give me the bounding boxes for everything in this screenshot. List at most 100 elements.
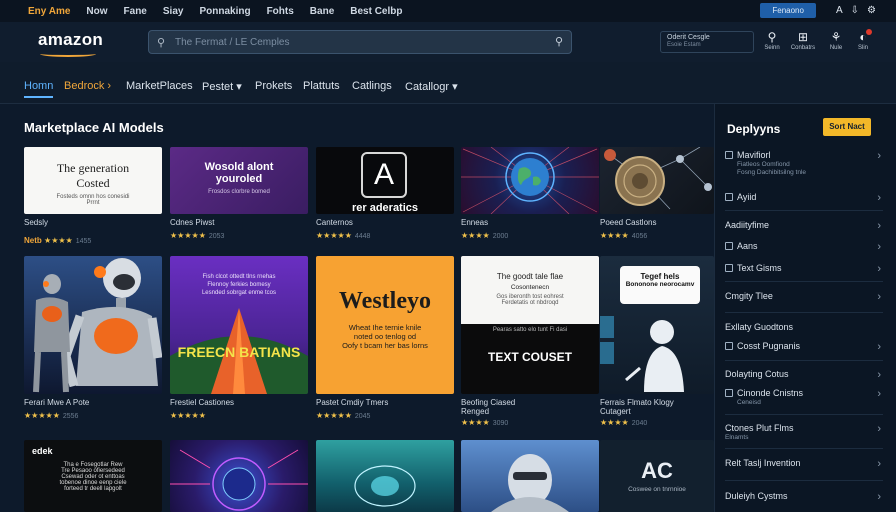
thumb-text: Coswee on tnrnnioe [628, 486, 686, 493]
topbar-link-5[interactable]: Ponnaking [199, 6, 250, 17]
thumb-text: forteed tr deell lapgolt [64, 486, 122, 492]
star-rating-icon: ★★★★ [600, 418, 629, 427]
model-card[interactable] [170, 440, 308, 512]
category-nav: Homn Bedrock › MarketPlaces Pestet ▾ Pro… [0, 62, 896, 104]
panel-item[interactable]: Aadiityfime › [725, 220, 881, 232]
model-card[interactable] [316, 440, 454, 512]
panel-item[interactable]: Text Gisms › [725, 263, 881, 275]
chevron-right-icon: › [877, 220, 881, 232]
star-rating-icon: ★★★★★ [316, 231, 352, 240]
card-rating: ★★★★★ 2556 [24, 411, 162, 420]
panel-item[interactable]: Ayiid › [725, 192, 881, 204]
card-thumbnail: The goodt tale flae Cosontenecn Gos iber… [461, 256, 599, 394]
model-card[interactable]: The generation Costed Fosteds omnn hos c… [24, 147, 162, 245]
nav-tab-prokets[interactable]: Prokets [255, 80, 292, 92]
star-rating-icon: ★★★★★ [170, 231, 206, 240]
download-icon[interactable]: ⇩ [851, 5, 859, 16]
panel-item[interactable]: Cinonde Cnistns Ceneisd › [725, 388, 881, 406]
notification-dot [866, 29, 872, 35]
review-count: 4056 [631, 233, 648, 240]
panel-item-label: Relt Taslj Invention [725, 458, 801, 468]
topbar-link-6[interactable]: Fohts [267, 6, 294, 17]
header-profile-button[interactable]: ◐ Slin [848, 29, 878, 51]
star-rating-icon: ★★★★ [600, 231, 629, 240]
panel-item[interactable]: Dolayting Cotus › [725, 369, 881, 381]
search-input[interactable]: The Fermat / LE Cemples [175, 37, 289, 48]
card-thumbnail [461, 440, 599, 512]
topbar-link-1[interactable]: Eny Ame [28, 6, 70, 17]
card-thumbnail [170, 440, 308, 512]
panel-item[interactable]: Relt Taslj Invention › [725, 458, 881, 470]
thumb-text: rer aderatics [351, 202, 419, 214]
card-caption: Beofing Ciased [461, 398, 516, 407]
nav-tab-bedrock[interactable]: Bedrock › [64, 80, 111, 92]
chevron-right-icon: › [877, 491, 881, 503]
topbar-link-8[interactable]: Best Celbp [350, 6, 402, 17]
magnifier-icon: ⚲ [767, 30, 777, 44]
panel-divider [725, 312, 883, 313]
nav-tab-plattuts[interactable]: Plattuts [303, 80, 340, 92]
nav-tab-marketplaces[interactable]: MarketPlaces [126, 80, 193, 92]
search-bar[interactable]: ⚲ The Fermat / LE Cemples ⚲ [148, 30, 572, 54]
model-card[interactable]: Fish clcot ottedt tlns rnehas Flennoy fe… [170, 256, 308, 420]
thumb-headline: Westleyo [339, 288, 431, 314]
header-notes-button[interactable]: ⚘ Nule [821, 30, 851, 51]
panel-item[interactable]: Aans › [725, 241, 881, 253]
model-card[interactable]: Ferari Mwe A Pote ★★★★★ 2556 [24, 256, 162, 420]
panel-item[interactable]: Cmgity Tlee › [725, 291, 881, 303]
account-line-2: Esoie Estam [667, 42, 701, 48]
account-box[interactable]: Oderit Cesgle Esoie Estam [660, 31, 754, 53]
nav-tab-pestet[interactable]: Pestet ▾ [202, 80, 242, 93]
card-caption: Poeed Castlons [600, 218, 657, 227]
panel-item[interactable]: Cosst Pugnanis › [725, 341, 881, 353]
panel-item[interactable]: Ctones Plut Flms Elnamts › [725, 423, 881, 441]
topbar-link-4[interactable]: Siay [163, 6, 184, 17]
card-rating: ★★★★ 2040 [600, 418, 714, 427]
font-size-icon[interactable]: A [836, 5, 843, 16]
panel-item-label: Ayiid [737, 192, 757, 202]
nav-tab-home[interactable]: Homn [24, 80, 54, 98]
search-submit-icon[interactable]: ⚲ [555, 35, 563, 48]
card-thumbnail: Westleyo Wheat Ihe ternie knile noted oo… [316, 256, 454, 394]
topbar-link-7[interactable]: Bane [310, 6, 334, 17]
panel-item[interactable]: Duleiyh Cystms › [725, 491, 881, 503]
model-card[interactable] [461, 440, 599, 512]
card-rating: ★★★★ 2000 [461, 231, 599, 240]
header-search-button[interactable]: ⚲ Seinn [757, 30, 787, 51]
cone-tower-illustration [170, 308, 308, 394]
nav-tab-catlings[interactable]: Catlings [352, 80, 392, 92]
panel-item-sub: Fosng Dachibitsilng tnle [737, 169, 807, 176]
panel-item[interactable]: Exllaty Guodtons [725, 322, 875, 332]
sort-button[interactable]: Sort Nact [823, 118, 871, 136]
card-rating: ★★★★★ 4448 [316, 231, 454, 240]
model-card[interactable]: AC Coswee on tnrnnioe [600, 440, 714, 512]
section-title: Marketplace AI Models [24, 120, 164, 135]
review-count: 4448 [354, 233, 371, 240]
header-contents-button[interactable]: ⊞ Conbatrs [788, 30, 818, 51]
card-caption: Sedsly [24, 218, 49, 227]
card-thumbnail: Fish clcot ottedt tlns rnehas Flennoy fe… [170, 256, 308, 394]
model-card[interactable]: Poeed Castlons ★★★★ 4056 [600, 147, 714, 240]
amazon-logo[interactable]: amazon [38, 30, 103, 50]
review-count: 3090 [492, 420, 509, 427]
topbar-link-3[interactable]: Fane [124, 6, 147, 17]
topbar-pill-button[interactable]: Fenaono [760, 3, 816, 18]
card-thumbnail: Tegef hels Bononone neorocamv [600, 256, 714, 394]
topbar-link-2[interactable]: Now [86, 6, 107, 17]
logo-smile-mark [40, 51, 96, 57]
chevron-right-icon: › [877, 369, 881, 381]
model-card[interactable]: Westleyo Wheat Ihe ternie knile noted oo… [316, 256, 454, 420]
topbar-actions: Fenaono A ⇩ ⚙ [760, 3, 876, 18]
model-card[interactable]: edek Tha e Fosegotlar Rew Tre Pesaoo ofi… [24, 440, 162, 512]
model-card[interactable]: Tegef hels Bononone neorocamv Ferrais Fl… [600, 256, 714, 427]
model-card[interactable]: The goodt tale flae Cosontenecn Gos iber… [461, 256, 599, 427]
thumb-text: Frosdos clorbre bomed [208, 189, 270, 195]
panel-item[interactable]: Mavifiorl Fiatleos Oomfiond Fosng Dachib… [725, 150, 881, 176]
model-card[interactable]: A rer aderatics Canternos ★★★★★ 4448 [316, 147, 454, 240]
model-card[interactable]: Enneas ★★★★ 2000 [461, 147, 599, 240]
panel-item-label: Aans [737, 241, 758, 251]
model-card[interactable]: Wosold alont youroled Frosdos clorbre bo… [170, 147, 308, 240]
settings-icon[interactable]: ⚙ [867, 5, 876, 16]
nav-tab-catalog[interactable]: Catallogr ▾ [405, 80, 458, 93]
document-icon [725, 264, 733, 272]
